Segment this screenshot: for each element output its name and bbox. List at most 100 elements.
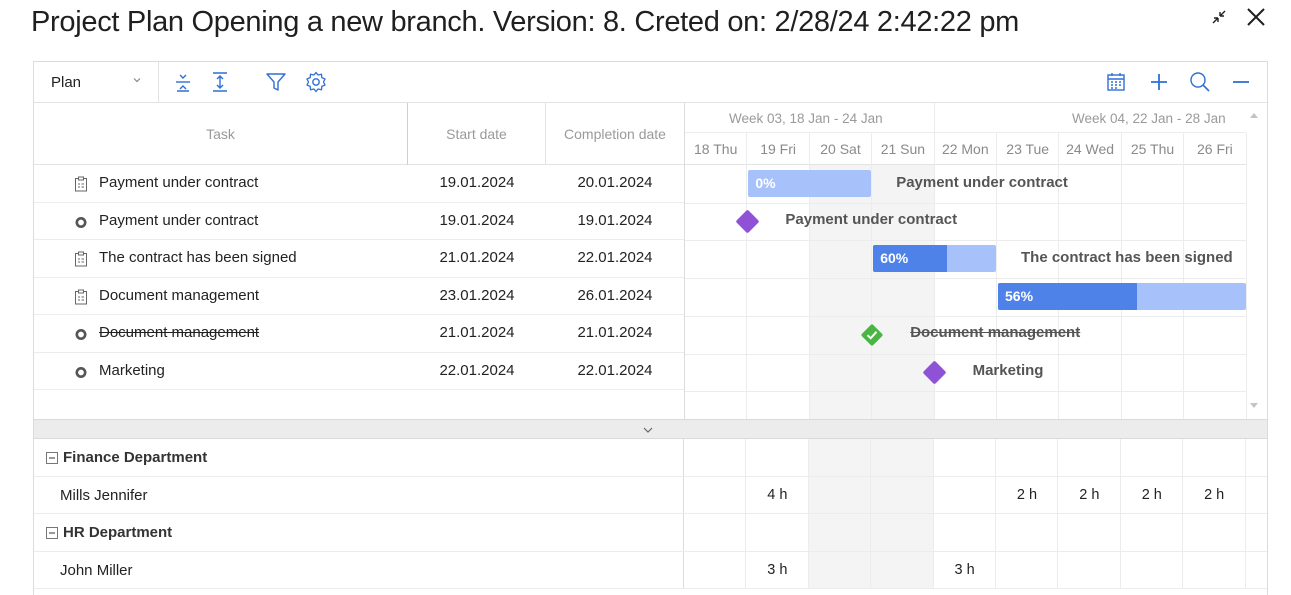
milestone-label: Marketing bbox=[972, 361, 1044, 379]
milestone-done-marker[interactable] bbox=[859, 322, 885, 348]
filter-icon[interactable] bbox=[264, 70, 288, 94]
clipboard-task-icon bbox=[75, 176, 87, 192]
gantt-panel: Plan Task Start date Completion date Pay… bbox=[33, 61, 1268, 595]
scroll-down-icon[interactable] bbox=[1249, 402, 1259, 410]
plan-select[interactable]: Plan bbox=[34, 62, 159, 102]
hours-cell: 4 h bbox=[767, 486, 788, 503]
day-header: 25 Thu bbox=[1122, 133, 1185, 165]
day-column bbox=[934, 476, 996, 513]
day-header: 26 Fri bbox=[1184, 133, 1247, 165]
task-grid: Payment under contract 19.01.2024 20.01.20… bbox=[34, 165, 684, 390]
task-name: Document management bbox=[99, 324, 260, 341]
bar-label: The contract has been signed bbox=[1021, 249, 1233, 267]
day-column bbox=[871, 439, 934, 476]
clipboard-task-icon bbox=[75, 289, 87, 304]
scroll-up-icon[interactable] bbox=[1249, 111, 1259, 119]
expand-rows-icon[interactable] bbox=[208, 70, 232, 94]
table-row[interactable]: Document management 23.01.2024 26.01.2024 bbox=[34, 278, 684, 315]
hours-cell: 3 h bbox=[767, 561, 788, 578]
bar-label: Payment under contract bbox=[896, 174, 1068, 191]
day-column bbox=[871, 551, 934, 588]
person-name: John Miller bbox=[60, 561, 133, 579]
resource-group-row[interactable]: HR Department bbox=[34, 514, 1267, 552]
day-column bbox=[934, 514, 996, 551]
day-column bbox=[996, 514, 1059, 551]
start-date: 21.01.2024 bbox=[439, 249, 515, 266]
column-header-completion-date[interactable]: Completion date bbox=[546, 103, 684, 165]
column-header-start-date[interactable]: Start date bbox=[408, 103, 546, 165]
timeline-weeks-header: Week 03, 18 Jan - 24 Jan Week 04, 22 Jan… bbox=[685, 103, 1246, 133]
hours-cell: 2 h bbox=[1016, 486, 1038, 503]
column-header-task[interactable]: Task bbox=[34, 103, 408, 165]
day-column bbox=[1183, 551, 1246, 588]
start-date: 21.01.2024 bbox=[439, 324, 515, 341]
day-column bbox=[808, 439, 872, 476]
resource-person-cell: John Miller bbox=[34, 551, 684, 588]
table-row[interactable]: Payment under contract 19.01.2024 20.01.20… bbox=[34, 165, 684, 203]
day-column bbox=[808, 551, 872, 588]
zoom-in-icon[interactable] bbox=[1188, 70, 1212, 94]
close-icon[interactable] bbox=[1245, 6, 1267, 28]
row-divider bbox=[685, 391, 1246, 393]
timeline-days-header: 18 Thu 19 Fri 20 Sat 21 Sun 22 Mon 23 Tue 24 W… bbox=[685, 133, 1247, 165]
table-row[interactable]: Payment under contract 19.01.2024 19.01.20… bbox=[34, 203, 684, 240]
day-column bbox=[1121, 551, 1184, 588]
table-row[interactable]: Document management 21.01.2024 21.01.2024 bbox=[34, 315, 684, 353]
resource-person-cell: Mills Jennifer bbox=[34, 476, 684, 513]
zoom-out-icon[interactable] bbox=[1229, 70, 1253, 94]
resource-person-row[interactable]: John Miller 3 h 3 h bbox=[34, 551, 1267, 589]
completion-date: 22.01.2024 bbox=[577, 361, 653, 379]
hours-cell: 2 h bbox=[1204, 486, 1225, 503]
task-bar[interactable]: 0% bbox=[748, 170, 872, 197]
row-divider bbox=[685, 315, 1246, 317]
day-column bbox=[746, 514, 809, 551]
milestone-label: Document management bbox=[910, 323, 1081, 341]
day-column bbox=[996, 439, 1059, 476]
task-name: Payment under contract bbox=[99, 174, 259, 191]
task-bar[interactable]: 60% bbox=[873, 245, 996, 273]
collapse-icon[interactable] bbox=[1209, 7, 1229, 27]
day-column bbox=[1121, 439, 1184, 476]
resource-group-timeline bbox=[684, 514, 1246, 551]
person-name: Mills Jennifer bbox=[60, 486, 148, 504]
gear-icon[interactable] bbox=[304, 70, 328, 94]
department-name: HR Department bbox=[63, 524, 173, 541]
day-column bbox=[684, 439, 747, 476]
table-row[interactable]: Marketing 22.01.2024 22.01.2024 bbox=[34, 353, 684, 390]
milestone-label: Payment under contract bbox=[785, 210, 958, 228]
collapse-rows-icon[interactable] bbox=[171, 70, 195, 94]
panel-splitter[interactable] bbox=[34, 419, 1267, 439]
day-column bbox=[808, 476, 872, 513]
row-divider bbox=[685, 278, 1246, 280]
day-column bbox=[1058, 439, 1121, 476]
collapse-group-icon[interactable] bbox=[46, 527, 58, 539]
task-name: Payment under contract bbox=[99, 211, 259, 229]
start-date: 19.01.2024 bbox=[439, 211, 515, 229]
table-row[interactable]: The contract has been signed 21.01.2024 22… bbox=[34, 240, 684, 278]
day-column bbox=[684, 476, 747, 513]
task-bar[interactable]: 56% bbox=[998, 283, 1246, 311]
page-title: Project Plan Opening a new branch. Versi… bbox=[31, 6, 1020, 38]
day-column bbox=[1058, 551, 1121, 588]
toolbar: Plan bbox=[34, 62, 1267, 103]
chevron-down-icon[interactable] bbox=[642, 425, 654, 435]
day-header: 20 Sat bbox=[810, 133, 873, 165]
task-name: Marketing bbox=[99, 361, 165, 379]
progress-label: 56% bbox=[1005, 288, 1034, 305]
collapse-group-icon[interactable] bbox=[46, 452, 58, 464]
resource-group-row[interactable]: Finance Department bbox=[34, 439, 1267, 477]
start-date: 23.01.2024 bbox=[439, 286, 515, 304]
day-header: 22 Mon bbox=[935, 133, 997, 165]
task-name: The contract has been signed bbox=[99, 249, 297, 266]
task-name: Document management bbox=[99, 286, 260, 304]
row-divider bbox=[685, 202, 1246, 204]
resource-person-row[interactable]: Mills Jennifer 4 h 2 h 2 h 2 h 2 h bbox=[34, 476, 1267, 514]
row-divider bbox=[685, 353, 1246, 355]
plus-icon[interactable] bbox=[1147, 70, 1171, 94]
day-column bbox=[1058, 514, 1121, 551]
start-date: 22.01.2024 bbox=[439, 361, 515, 379]
day-header: 19 Fri bbox=[747, 133, 810, 165]
completion-date: 26.01.2024 bbox=[577, 286, 653, 304]
grid-header: Task Start date Completion date bbox=[34, 103, 684, 165]
calendar-icon[interactable] bbox=[1104, 70, 1128, 94]
